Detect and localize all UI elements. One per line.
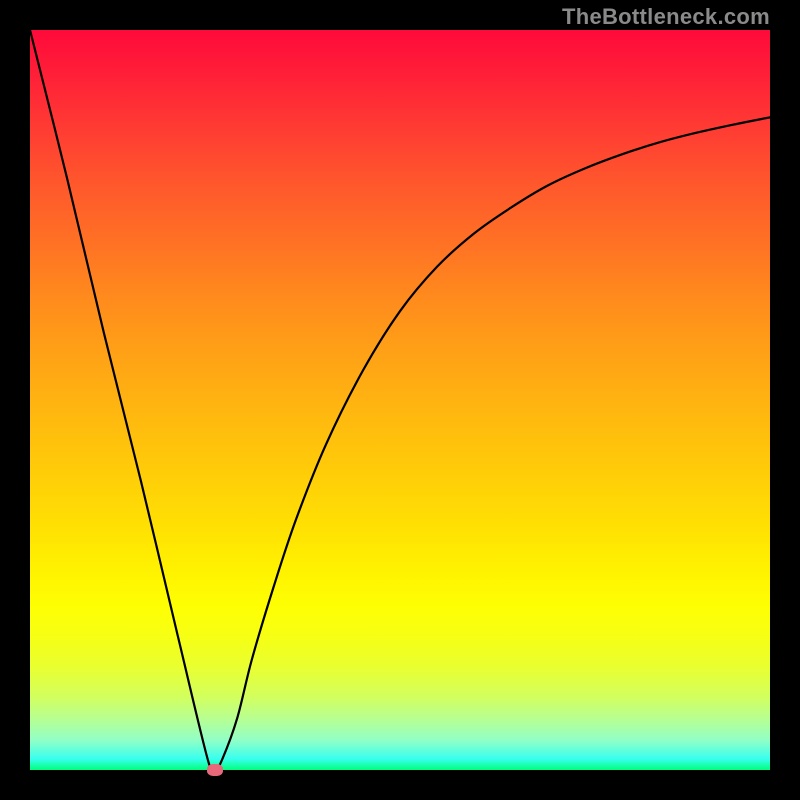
minimum-marker (207, 764, 223, 776)
watermark-text: TheBottleneck.com (562, 4, 770, 30)
curve-layer (30, 30, 770, 770)
chart-frame: TheBottleneck.com (0, 0, 800, 800)
plot-area (30, 30, 770, 770)
bottleneck-curve (30, 30, 770, 770)
